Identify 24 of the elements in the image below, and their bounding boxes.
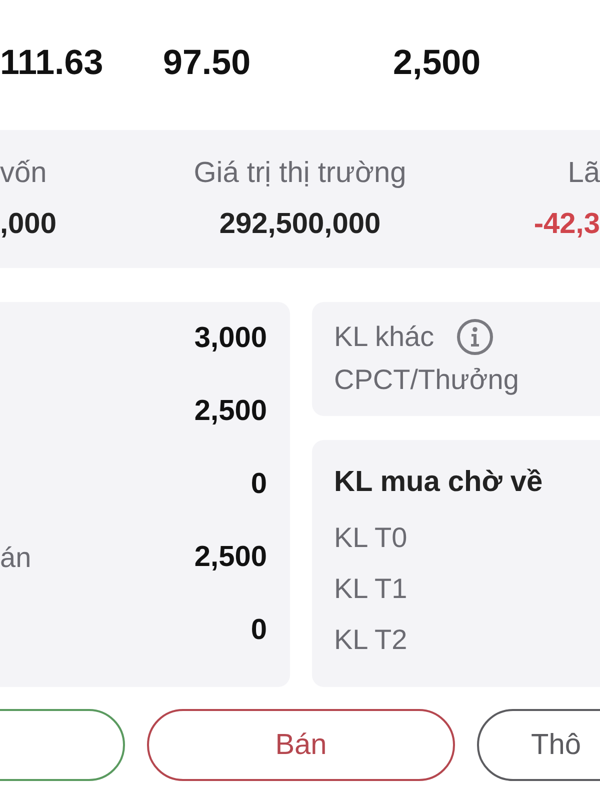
quantity-value: 2,500 — [194, 541, 267, 574]
pending-buy-label: KL T2 — [334, 624, 408, 656]
pending-buy-title: KL mua chờ về — [334, 466, 543, 499]
quantity-value: 2,500 — [194, 395, 267, 428]
summary-value: 97.50 — [163, 42, 251, 84]
sell-button[interactable]: Bán — [147, 709, 455, 781]
overview-value: -42,3 — [534, 208, 600, 241]
overview-label: Lã — [568, 157, 600, 190]
other-quantity-title: KL khác — [334, 321, 434, 353]
pending-buy-label: KL T0 — [334, 522, 408, 554]
overview-label: vốn — [0, 157, 47, 190]
other-quantity-subtitle: CPCT/Thưởng — [334, 364, 519, 396]
pending-buy-label: KL T1 — [334, 573, 408, 605]
summary-value: 111.63 — [0, 42, 104, 84]
quantity-value: 0 — [250, 614, 267, 647]
quantity-label: án — [0, 542, 32, 574]
overview-value: ,000 — [0, 208, 56, 241]
overview-label: Giá trị thị trường — [194, 157, 406, 190]
info-button[interactable]: Thô — [477, 709, 600, 781]
quantity-value: 0 — [250, 468, 267, 501]
info-icon[interactable] — [456, 318, 494, 356]
overview-value: 292,500,000 — [219, 208, 381, 241]
summary-value: 2,500 — [393, 42, 481, 84]
quantity-value: 3,000 — [194, 322, 267, 355]
